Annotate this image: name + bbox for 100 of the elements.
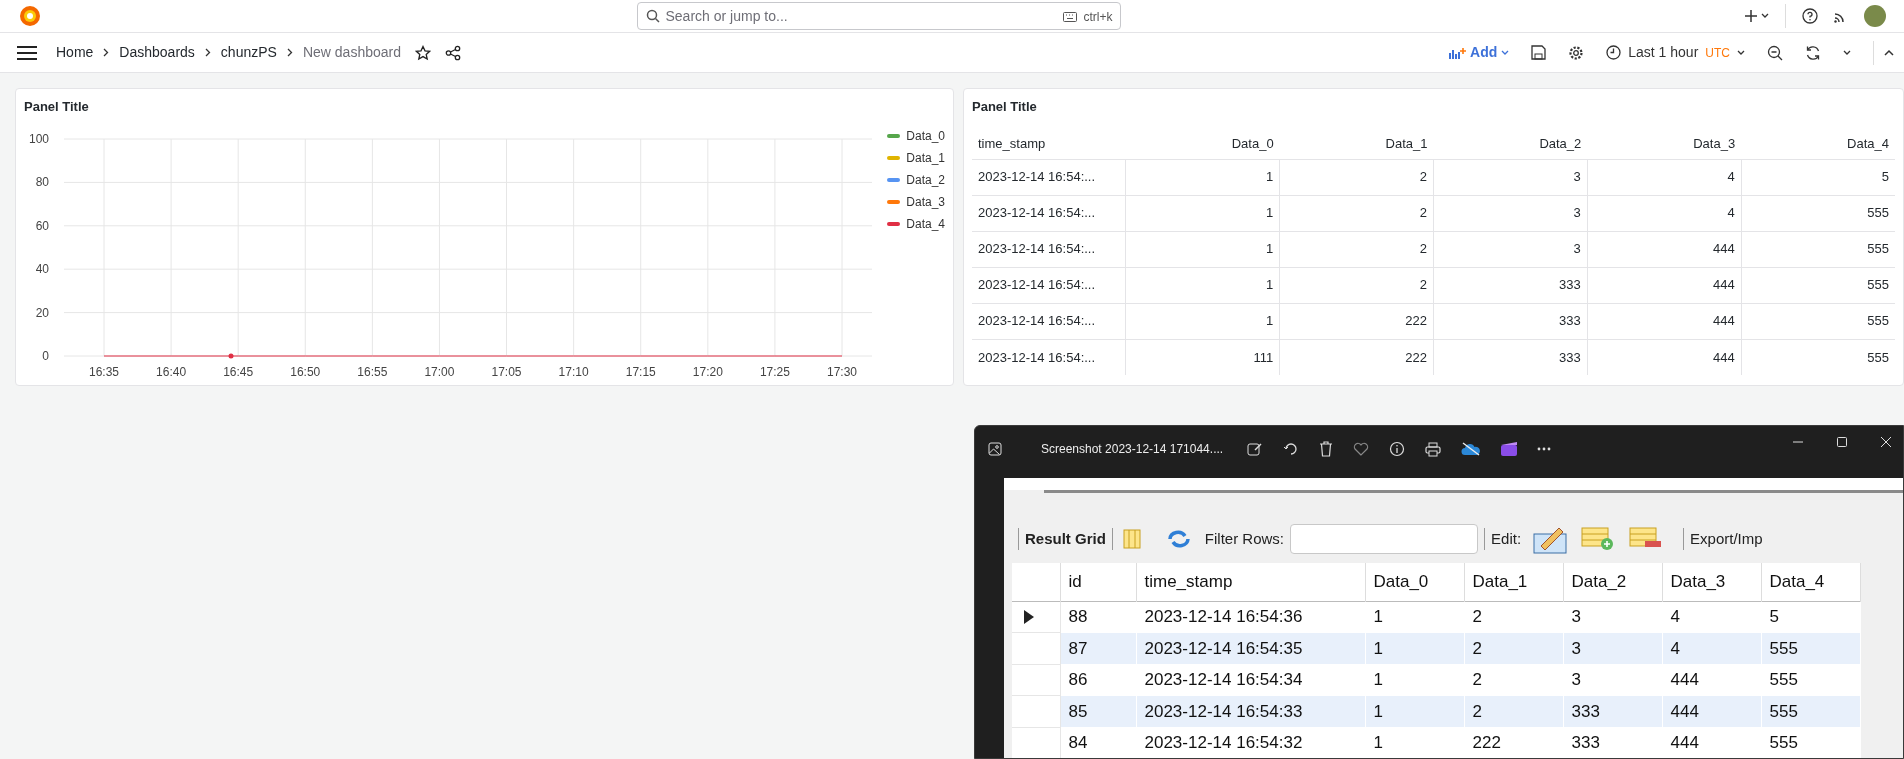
table-cell: 1 bbox=[1125, 195, 1280, 231]
table-cell: 333 bbox=[1433, 339, 1588, 375]
breadcrumb-link[interactable]: Home bbox=[56, 42, 94, 63]
x-axis-label: 16:35 bbox=[89, 365, 119, 379]
grid-cell: 3 bbox=[1563, 664, 1662, 696]
x-axis-label: 16:50 bbox=[290, 365, 321, 379]
table-cell: 555 bbox=[1741, 267, 1895, 303]
column-header[interactable]: Data_3 bbox=[1662, 563, 1761, 601]
legend-label[interactable]: Data_4 bbox=[906, 215, 945, 233]
column-header[interactable]: Data_4 bbox=[1761, 563, 1860, 601]
add-button[interactable]: Add bbox=[1448, 42, 1510, 63]
x-axis-label: 16:55 bbox=[357, 365, 388, 379]
heart-icon[interactable] bbox=[1353, 442, 1369, 456]
maximize-icon[interactable] bbox=[1837, 437, 1847, 447]
column-header[interactable]: Data_0 bbox=[1125, 129, 1280, 159]
chevron-down-icon[interactable] bbox=[1843, 49, 1851, 56]
table-cell: 3 bbox=[1433, 231, 1588, 267]
column-header[interactable]: Data_0 bbox=[1365, 563, 1464, 601]
legend-label[interactable]: Data_2 bbox=[906, 171, 945, 189]
panel-title: Panel Title bbox=[972, 98, 1038, 116]
grid-cell: 555 bbox=[1761, 727, 1860, 758]
breadcrumb-link[interactable]: Dashboards bbox=[119, 42, 195, 63]
x-axis-label: 17:20 bbox=[692, 365, 723, 379]
table-cell: 4 bbox=[1587, 159, 1742, 195]
filter-label: Filter Rows: bbox=[1204, 528, 1285, 549]
legend-label[interactable]: Data_0 bbox=[906, 127, 945, 145]
cloud-off-icon[interactable] bbox=[1461, 442, 1481, 456]
grid-cell: 2 bbox=[1464, 664, 1563, 696]
grid-cell: 84 bbox=[1060, 727, 1136, 758]
column-header[interactable]: Data_1 bbox=[1279, 129, 1434, 159]
grid-cell: 2023-12-14 16:54:36 bbox=[1136, 601, 1365, 633]
info-icon[interactable] bbox=[1389, 441, 1405, 457]
column-header[interactable]: time_stamp bbox=[1136, 563, 1365, 601]
row-header[interactable] bbox=[1012, 601, 1060, 633]
print-icon[interactable] bbox=[1425, 441, 1441, 457]
chevron-down-icon bbox=[1737, 49, 1745, 56]
grid-cell: 444 bbox=[1662, 695, 1761, 727]
legend-label[interactable]: Data_1 bbox=[906, 149, 945, 167]
breadcrumb-link[interactable]: chunzPS bbox=[220, 42, 277, 63]
legend-label[interactable]: Data_3 bbox=[906, 193, 945, 211]
grid-cell: 333 bbox=[1563, 727, 1662, 758]
rotate-icon[interactable] bbox=[1283, 441, 1299, 457]
trash-icon[interactable] bbox=[1319, 441, 1333, 457]
grid-cell: 85 bbox=[1060, 695, 1136, 727]
chart-plus-icon bbox=[1448, 46, 1467, 59]
point-marker bbox=[228, 353, 234, 359]
share-icon[interactable] bbox=[444, 44, 461, 61]
result-grid-tab[interactable]: Result Grid bbox=[1025, 527, 1106, 551]
star-icon[interactable] bbox=[414, 44, 431, 61]
column-header[interactable]: time_stamp bbox=[972, 129, 1126, 159]
column-header[interactable]: Data_2 bbox=[1433, 129, 1588, 159]
table-cell: 2 bbox=[1279, 267, 1434, 303]
breadcrumb-link[interactable]: New dashboard bbox=[302, 42, 401, 63]
filter-field[interactable] bbox=[1290, 524, 1479, 554]
y-axis-label: 20 bbox=[35, 305, 49, 320]
chevron-right-icon bbox=[103, 48, 110, 57]
table-cell: 2023-12-14 16:54:... bbox=[972, 303, 1126, 339]
grid-cell: 555 bbox=[1761, 632, 1860, 664]
new-menu-button[interactable] bbox=[1745, 10, 1769, 22]
grid-cell: 2 bbox=[1464, 632, 1563, 664]
grid-cell: 2023-12-14 16:54:35 bbox=[1136, 632, 1365, 664]
table-cell: 555 bbox=[1741, 195, 1895, 231]
x-axis-label: 16:40 bbox=[156, 365, 187, 379]
settings-icon[interactable] bbox=[1568, 44, 1585, 61]
grid-cell: 2 bbox=[1464, 601, 1563, 633]
table-cell: 444 bbox=[1587, 231, 1742, 267]
column-header[interactable]: Data_3 bbox=[1587, 129, 1742, 159]
grid-cell: 333 bbox=[1563, 695, 1662, 727]
clapperboard-icon[interactable] bbox=[1501, 442, 1517, 456]
y-axis-label: 80 bbox=[35, 175, 49, 190]
close-icon[interactable] bbox=[1881, 437, 1891, 447]
save-icon[interactable] bbox=[1531, 45, 1547, 60]
zoom-out-icon[interactable] bbox=[1767, 44, 1783, 61]
table-cell: 555 bbox=[1741, 303, 1895, 339]
grid-cell: 4 bbox=[1662, 632, 1761, 664]
more-icon[interactable] bbox=[1537, 447, 1551, 451]
table-cell: 555 bbox=[1741, 231, 1895, 267]
table-cell: 2023-12-14 16:54:... bbox=[972, 195, 1126, 231]
chevron-right-icon bbox=[286, 48, 293, 57]
x-axis-label: 17:05 bbox=[491, 365, 522, 379]
x-axis-label: 17:15 bbox=[625, 365, 656, 379]
column-header[interactable]: Data_1 bbox=[1464, 563, 1563, 601]
table-cell: 1 bbox=[1125, 159, 1280, 195]
edit-image-icon[interactable] bbox=[1247, 441, 1263, 457]
column-header[interactable]: id bbox=[1060, 563, 1136, 601]
avatar[interactable] bbox=[1864, 5, 1886, 27]
grid-cell: 88 bbox=[1060, 601, 1136, 633]
column-header[interactable]: Data_2 bbox=[1563, 563, 1662, 601]
column-header[interactable]: Data_4 bbox=[1741, 129, 1895, 159]
timezone-label: UTC bbox=[1705, 44, 1730, 62]
grid-cell: 87 bbox=[1060, 632, 1136, 664]
help-icon[interactable] bbox=[1802, 8, 1818, 24]
table-cell: 1 bbox=[1125, 303, 1280, 339]
logo-icon[interactable] bbox=[18, 4, 42, 28]
image-icon[interactable] bbox=[988, 442, 1002, 456]
chevron-up-icon[interactable] bbox=[1884, 49, 1894, 56]
time-range-picker[interactable]: Last 1 hour UTC bbox=[1606, 42, 1745, 63]
menu-icon[interactable] bbox=[16, 45, 38, 60]
grid-cell: 2023-12-14 16:54:32 bbox=[1136, 727, 1365, 758]
refresh-icon[interactable] bbox=[1805, 44, 1821, 61]
